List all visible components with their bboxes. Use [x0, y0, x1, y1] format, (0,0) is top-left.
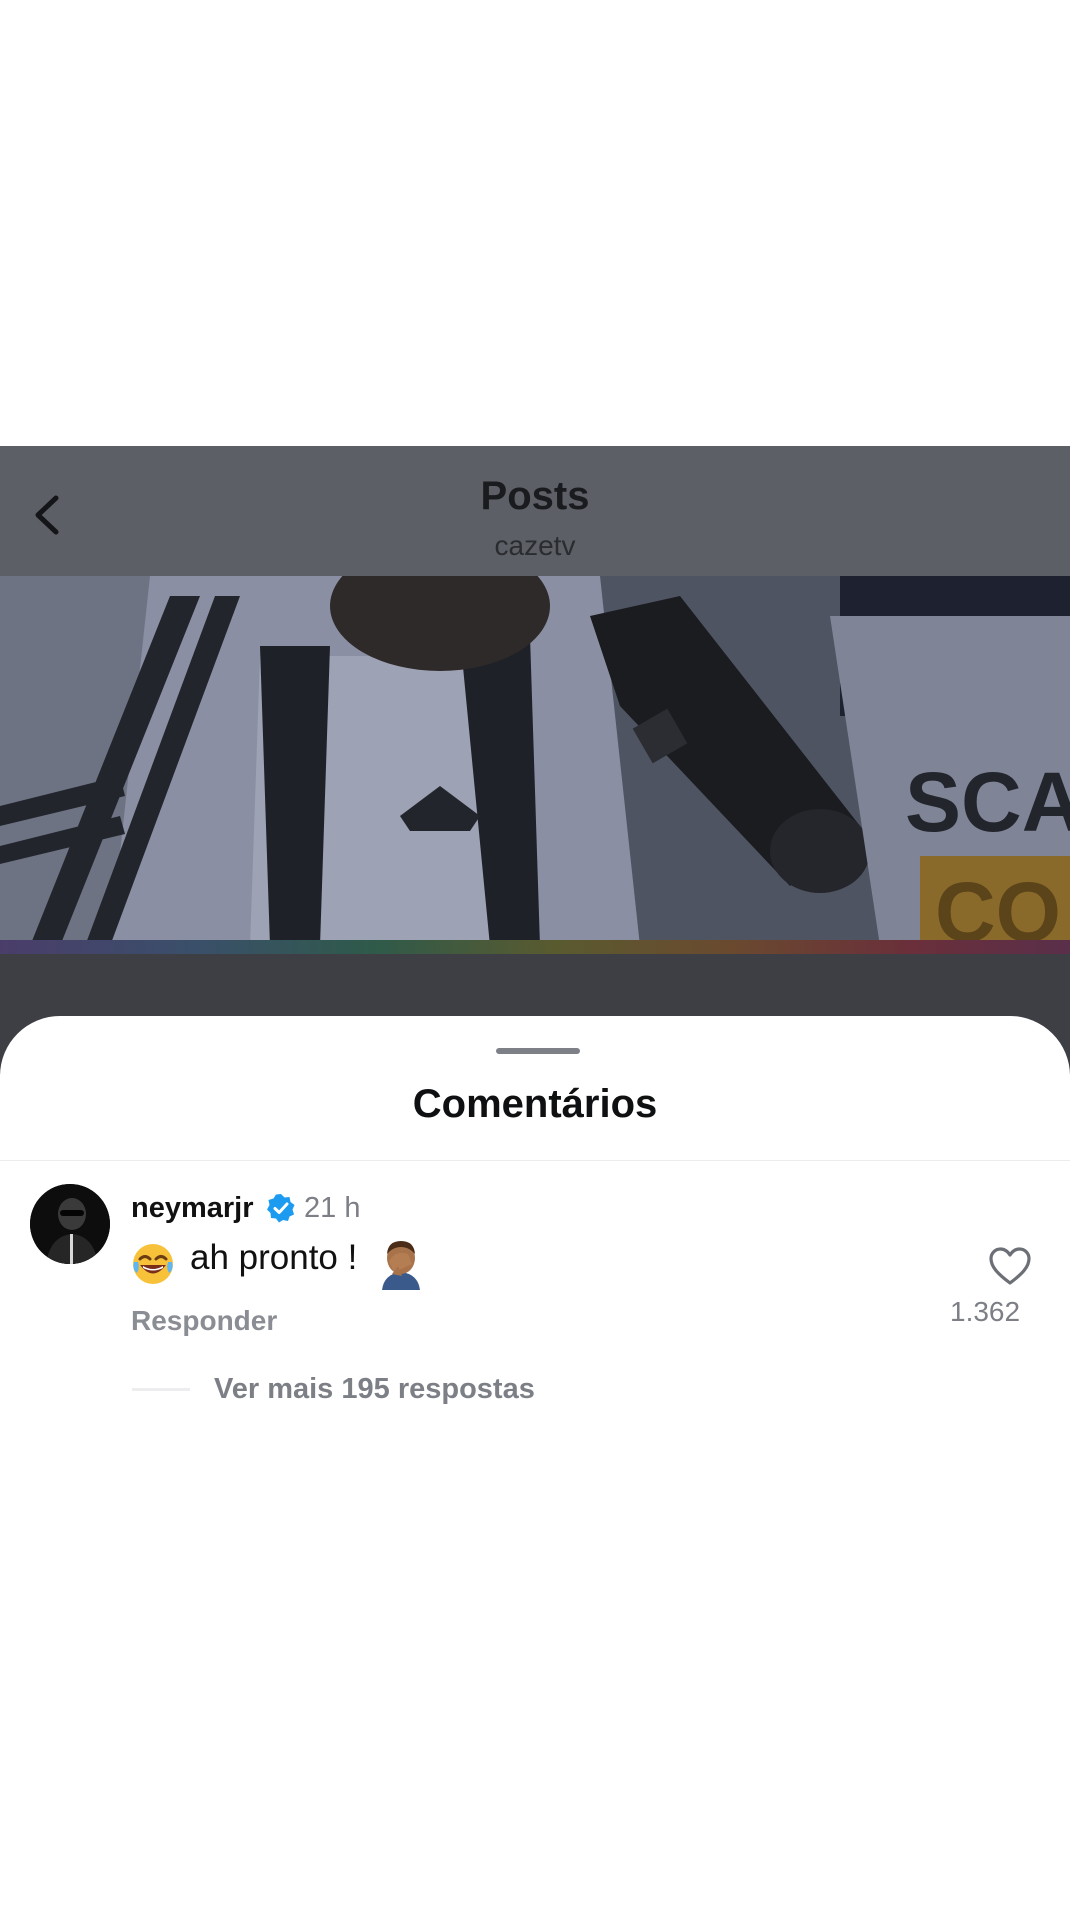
divider [0, 1160, 1070, 1161]
media-text-2: CO [935, 865, 1061, 946]
sheet-title: Comentários [412, 1082, 658, 1126]
top-blank-area [0, 0, 1080, 446]
like-count: 1.362 [950, 1296, 1021, 1327]
post-media: SCA CO [0, 576, 1070, 946]
sheet-grabber[interactable] [496, 1048, 580, 1054]
comment-body: ah pronto ! [190, 1238, 358, 1277]
page-title: Posts [480, 474, 590, 518]
replies-thread-line [132, 1388, 190, 1391]
facepalm-emoji [382, 1241, 420, 1290]
comment-timestamp: 21 h [304, 1192, 361, 1224]
comments-sheet: Comentários neymarjr 21 h ah pronto ! Re… [0, 1016, 1070, 1920]
story-progress-gradient [0, 940, 1070, 954]
account-name[interactable]: cazetv [0, 530, 1070, 562]
post-video-frame: SCA CO [0, 576, 1070, 946]
heart-outline-icon [989, 1247, 1031, 1285]
comment-text: ah pronto ! [190, 1238, 357, 1278]
view-more-replies-button[interactable]: Ver mais 195 respostas [214, 1373, 535, 1406]
like-button[interactable] [988, 1246, 1032, 1286]
verified-badge-icon [267, 1194, 295, 1223]
reply-button[interactable]: Responder [131, 1305, 277, 1337]
app-screen: Posts cazetv SCA CO Comentários neymarjr… [0, 446, 1080, 1920]
laughing-face-emoji [133, 1244, 173, 1284]
profile-photo [30, 1184, 110, 1264]
comment-username[interactable]: neymarjr [131, 1192, 254, 1225]
right-edge [1070, 446, 1080, 1920]
avatar[interactable] [30, 1184, 110, 1264]
top-bar: Posts cazetv [0, 446, 1070, 576]
media-text-1: SCA [905, 755, 1070, 849]
